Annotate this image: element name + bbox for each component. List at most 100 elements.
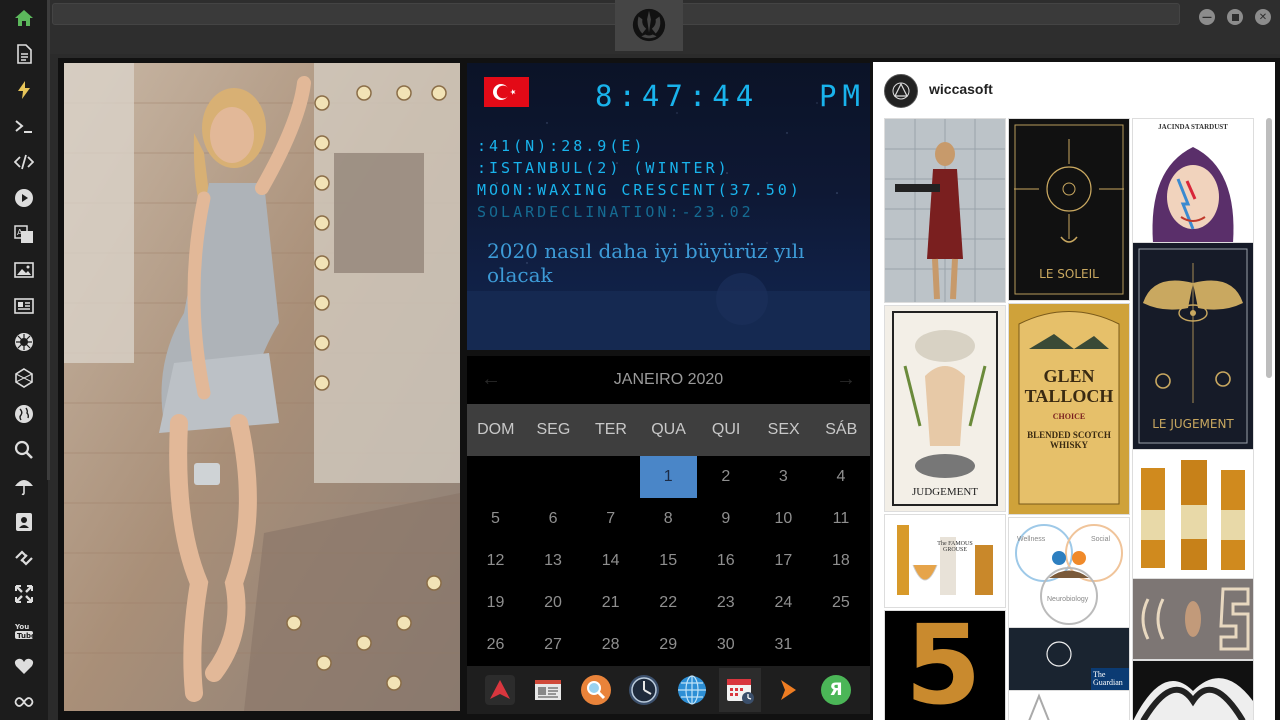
top-bar: — ✕ <box>50 0 1280 54</box>
weekday-label: SÁB <box>825 421 858 438</box>
post-tile[interactable] <box>884 118 1006 303</box>
tile-glen-desc: BLENDED SCOTCH WHISKY <box>1027 430 1111 450</box>
post-tile[interactable]: GLEN TALLOCH CHOICE BLENDED SCOTCH WHISK… <box>1008 303 1130 515</box>
calendar-day[interactable]: 9 <box>697 498 754 540</box>
calendar-next-button[interactable]: → <box>836 368 856 391</box>
calendar-prev-button[interactable]: ← <box>481 368 501 391</box>
calendar-day[interactable]: 12 <box>467 540 524 582</box>
calendar-day[interactable]: 8 <box>640 498 697 540</box>
tile-guardian-label: The Guardian <box>1093 670 1123 687</box>
calendar-day[interactable]: 15 <box>640 540 697 582</box>
minimize-button[interactable]: — <box>1199 9 1215 25</box>
dock-launcher-icon[interactable] <box>483 673 517 707</box>
clock-message: 2020 nasıl daha iyi büyürüz yılı olacak <box>487 239 805 287</box>
clock-ampm: PM <box>819 79 866 113</box>
sidebar-scrollbar[interactable] <box>47 0 50 480</box>
calendar-day[interactable]: 7 <box>582 498 639 540</box>
calendar-day[interactable]: 22 <box>640 582 697 624</box>
play-icon[interactable] <box>12 186 36 210</box>
rebel-icon[interactable] <box>12 330 36 354</box>
avatar[interactable] <box>884 74 918 108</box>
post-tile[interactable]: JUDGEMENT <box>884 305 1006 512</box>
post-tile[interactable]: LE SOLEIL <box>1008 118 1130 301</box>
instagram-scrollbar[interactable] <box>1266 118 1272 378</box>
lightning-icon[interactable] <box>12 78 36 102</box>
calendar-day[interactable]: 29 <box>640 624 697 666</box>
calendar-day[interactable]: 10 <box>755 498 812 540</box>
calendar-day[interactable]: 11 <box>812 498 869 540</box>
post-tile[interactable]: The FAMOUS GROUSE <box>884 514 1006 608</box>
svg-text:Tube: Tube <box>17 632 34 640</box>
link-icon[interactable] <box>12 546 36 570</box>
contact-icon[interactable] <box>12 510 36 534</box>
globe-icon[interactable] <box>12 402 36 426</box>
photo-image <box>64 63 460 711</box>
clock-solar-declination: SOLARDECLINATION:-23.02 <box>477 203 754 221</box>
terminal-icon[interactable] <box>12 114 36 138</box>
calendar-day[interactable]: 16 <box>697 540 754 582</box>
translate-icon[interactable]: A <box>12 222 36 246</box>
calendar-day[interactable]: 24 <box>755 582 812 624</box>
calendar-day[interactable]: 5 <box>467 498 524 540</box>
post-tile[interactable] <box>1132 449 1254 579</box>
calendar-day[interactable]: 28 <box>582 624 639 666</box>
weekday-label: SEG <box>536 421 571 438</box>
calendar-day[interactable]: 3 <box>755 456 812 498</box>
dock-search-icon[interactable] <box>579 673 613 707</box>
close-button[interactable]: ✕ <box>1255 9 1271 25</box>
calendar-day[interactable]: 19 <box>467 582 524 624</box>
calendar-day[interactable]: 27 <box>525 624 582 666</box>
image-icon[interactable] <box>12 258 36 282</box>
maximize-button[interactable] <box>1227 9 1243 25</box>
calendar-day[interactable]: 6 <box>525 498 582 540</box>
code-icon[interactable] <box>12 150 36 174</box>
photo-widget[interactable] <box>64 63 460 711</box>
home-tab[interactable] <box>615 0 683 51</box>
post-tile[interactable] <box>1008 690 1130 720</box>
umbrella-icon[interactable] <box>12 474 36 498</box>
search-icon[interactable] <box>12 438 36 462</box>
post-tile[interactable]: JACINDA STARDUST <box>1132 118 1254 244</box>
dock-globe-icon[interactable] <box>675 673 709 707</box>
youtube-icon[interactable]: You Tube <box>12 618 36 642</box>
news-icon[interactable] <box>12 294 36 318</box>
calendar-day[interactable]: 26 <box>467 624 524 666</box>
calendar-day[interactable]: 4 <box>812 456 869 498</box>
heart-icon[interactable] <box>12 654 36 678</box>
calendar-day[interactable]: 23 <box>697 582 754 624</box>
weekday-label: QUA <box>651 421 686 438</box>
document-icon[interactable] <box>12 42 36 66</box>
post-tile[interactable]: The Guardian <box>1008 627 1130 691</box>
instagram-username[interactable]: wiccasoft <box>929 81 993 97</box>
tile-social-label: Social <box>1091 536 1111 543</box>
calendar-day[interactable]: 30 <box>697 624 754 666</box>
post-tile[interactable] <box>1132 660 1254 720</box>
yandex-label: Я <box>829 680 843 700</box>
post-tile[interactable]: Wellness Social Neurobiology <box>1008 517 1130 629</box>
rebel-emblem-icon <box>632 8 666 42</box>
calendar-day[interactable]: 25 <box>812 582 869 624</box>
home-icon[interactable] <box>12 6 36 30</box>
calendar-month-label: JANEIRO 2020 <box>613 371 724 388</box>
calendar-day[interactable]: 2 <box>697 456 754 498</box>
calendar-day[interactable]: 18 <box>812 540 869 582</box>
dock-yandex-icon[interactable]: Я <box>819 673 853 707</box>
clock-moon-phase: MOON:WAXING CRESCENT(37.50) <box>477 181 802 199</box>
calendar-day[interactable]: 20 <box>525 582 582 624</box>
expand-icon[interactable] <box>12 582 36 606</box>
calendar-day[interactable]: 17 <box>755 540 812 582</box>
calendar-day-today[interactable]: 1 <box>639 456 697 498</box>
post-tile[interactable]: LE JUGEMENT <box>1132 242 1254 450</box>
dock-forward-icon[interactable] <box>771 673 805 707</box>
post-tile[interactable]: 5 <box>884 610 1006 720</box>
post-tile[interactable] <box>1132 578 1254 660</box>
calendar-day[interactable]: 14 <box>582 540 639 582</box>
dock-calendar-icon[interactable] <box>719 668 761 712</box>
calendar-day[interactable]: 31 <box>755 624 812 666</box>
hexagon-icon[interactable] <box>12 366 36 390</box>
dock-news-reader-icon[interactable] <box>531 673 565 707</box>
dock-clock-icon[interactable] <box>627 673 661 707</box>
calendar-day[interactable]: 21 <box>582 582 639 624</box>
infinity-icon[interactable] <box>12 690 36 714</box>
calendar-day[interactable]: 13 <box>525 540 582 582</box>
